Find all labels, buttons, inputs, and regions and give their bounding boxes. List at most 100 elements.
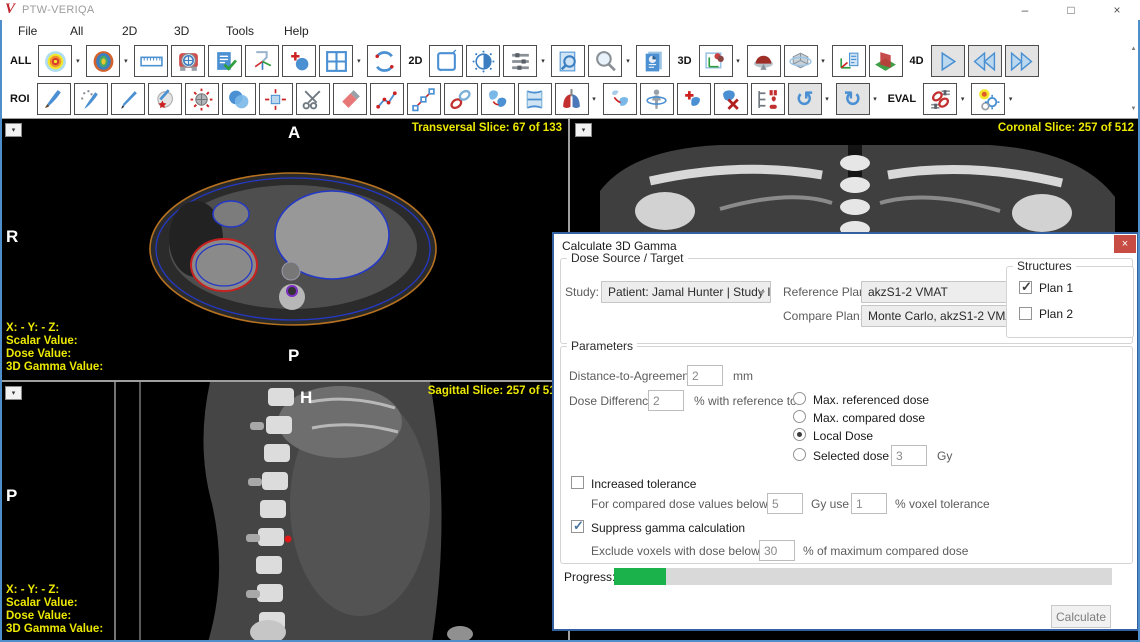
dta-input[interactable] bbox=[687, 365, 723, 386]
local-dose-radio[interactable] bbox=[793, 428, 806, 441]
roi-list-button[interactable] bbox=[751, 83, 785, 115]
cut-button[interactable] bbox=[296, 83, 330, 115]
vertebra-segmentation-button[interactable] bbox=[518, 83, 552, 115]
chevron-down-icon[interactable]: ▾ bbox=[957, 95, 968, 103]
viewport-menu-button[interactable]: ▾ bbox=[5, 386, 22, 400]
chevron-down-icon[interactable]: ▾ bbox=[822, 95, 833, 103]
body-outline-button[interactable] bbox=[640, 83, 674, 115]
viewport-menu-button[interactable]: ▾ bbox=[575, 123, 592, 137]
auto-segmentation-button[interactable] bbox=[555, 83, 589, 115]
plan-check-button[interactable] bbox=[208, 45, 242, 77]
zoom-tool-button[interactable] bbox=[588, 45, 622, 77]
expand-3d-button[interactable] bbox=[185, 83, 219, 115]
chevron-down-icon[interactable]: ▾ bbox=[733, 57, 744, 65]
menu-tools[interactable]: Tools bbox=[226, 24, 254, 38]
play-button[interactable] bbox=[931, 45, 965, 77]
calculate-button[interactable]: Calculate bbox=[1051, 605, 1111, 628]
link-evaluation-button[interactable] bbox=[923, 83, 957, 115]
image-display-button[interactable] bbox=[86, 45, 120, 77]
chevron-down-icon[interactable]: ▾ bbox=[589, 95, 600, 103]
brush-button[interactable] bbox=[37, 83, 71, 115]
plan1-checkbox[interactable] bbox=[1019, 281, 1032, 294]
dose-difference-input[interactable] bbox=[648, 390, 684, 411]
selected-dose-radio[interactable] bbox=[793, 448, 806, 461]
menu-file[interactable]: File bbox=[18, 24, 40, 38]
scene-3d-icon bbox=[703, 48, 729, 74]
chevron-down-icon[interactable]: ▾ bbox=[622, 57, 633, 65]
plan2-checkbox[interactable] bbox=[1019, 307, 1032, 320]
erase-button[interactable] bbox=[333, 83, 367, 115]
dose-evaluation-button[interactable] bbox=[971, 83, 1005, 115]
viewport-layout-button[interactable] bbox=[319, 45, 353, 77]
chevron-down-icon[interactable]: ▾ bbox=[818, 57, 829, 65]
slice-controls-button[interactable] bbox=[503, 45, 537, 77]
max-compared-dose-radio[interactable] bbox=[793, 410, 806, 423]
smart-brush-button[interactable] bbox=[74, 83, 108, 115]
scanner-setup-button[interactable] bbox=[171, 45, 205, 77]
dose-display-button[interactable] bbox=[38, 45, 72, 77]
edit-nodes-button[interactable] bbox=[407, 83, 441, 115]
increased-tolerance-checkbox[interactable] bbox=[571, 476, 584, 489]
study-select[interactable]: Patient: Jamal Hunter | Study ID: bbox=[601, 281, 771, 303]
chevron-down-icon[interactable]: ▾ bbox=[1005, 95, 1016, 103]
dialog-close-button[interactable]: × bbox=[1114, 235, 1136, 253]
add-roi-button[interactable] bbox=[677, 83, 711, 115]
3d-rotate-button[interactable] bbox=[784, 45, 818, 77]
plane-intersection-button[interactable] bbox=[869, 45, 903, 77]
play-icon bbox=[935, 48, 961, 74]
compare-plan-value: Monte Carlo, akzS1-2 VMAT bbox=[868, 309, 1020, 323]
report-button[interactable] bbox=[636, 45, 670, 77]
reset-views-button[interactable] bbox=[367, 45, 401, 77]
menu-3d[interactable]: 3D bbox=[174, 24, 196, 38]
segment-star-button[interactable] bbox=[148, 83, 182, 115]
add-poi-button[interactable] bbox=[282, 45, 316, 77]
viewport-transversal[interactable]: ▾ Transversal Slice: 67 of 133 A R P X: … bbox=[0, 119, 568, 380]
viewport-menu-button[interactable]: ▾ bbox=[5, 123, 22, 137]
restore-button[interactable]: □ bbox=[1048, 0, 1094, 20]
menu-all[interactable]: All bbox=[70, 24, 92, 38]
selected-dose-input[interactable] bbox=[891, 445, 927, 466]
suppress-gamma-checkbox[interactable] bbox=[571, 520, 584, 533]
exclude-dose-input[interactable] bbox=[759, 540, 795, 561]
toolbar-overflow[interactable]: ▲ ▼ bbox=[1129, 46, 1138, 112]
pen-button[interactable] bbox=[111, 83, 145, 115]
delete-roi-button[interactable] bbox=[714, 83, 748, 115]
viewport-sagittal[interactable]: ▾ Sagittal Slice: 257 of 512 H P X: - Y:… bbox=[0, 382, 568, 642]
menu-2d[interactable]: 2D bbox=[122, 24, 144, 38]
3d-surface-button[interactable] bbox=[747, 45, 781, 77]
chevron-down-icon[interactable]: ▾ bbox=[870, 95, 881, 103]
forward-icon bbox=[1009, 48, 1035, 74]
redo-button[interactable]: ↻ bbox=[836, 83, 870, 115]
voxel-tolerance-input[interactable] bbox=[851, 493, 887, 514]
3d-settings-button[interactable] bbox=[832, 45, 866, 77]
copy-contour-button[interactable] bbox=[481, 83, 515, 115]
rewind-button[interactable] bbox=[968, 45, 1002, 77]
fast-forward-button[interactable] bbox=[1005, 45, 1039, 77]
lungs-icon bbox=[559, 86, 585, 112]
scroll-up-icon[interactable]: ▲ bbox=[1131, 46, 1137, 52]
boolean-combine-button[interactable] bbox=[222, 83, 256, 115]
cursor-info-block: X: - Y: - Z: Scalar Value: Dose Value: 3… bbox=[6, 584, 103, 636]
undo-button[interactable]: ↺ bbox=[788, 83, 822, 115]
beam-geometry-button[interactable] bbox=[245, 45, 279, 77]
max-referenced-dose-radio[interactable] bbox=[793, 392, 806, 405]
minimize-button[interactable]: – bbox=[1002, 0, 1048, 20]
interpolate-chain-button[interactable] bbox=[444, 83, 478, 115]
3d-scene-button[interactable] bbox=[699, 45, 733, 77]
chevron-down-icon[interactable]: ▾ bbox=[353, 57, 364, 65]
menu-help[interactable]: Help bbox=[284, 24, 309, 38]
measure-ruler-button[interactable] bbox=[134, 45, 168, 77]
report-preview-button[interactable] bbox=[551, 45, 585, 77]
propagate-contour-button[interactable] bbox=[603, 83, 637, 115]
crop-button[interactable] bbox=[429, 45, 463, 77]
chevron-down-icon[interactable]: ▾ bbox=[537, 57, 548, 65]
dose-difference-suffix: % with reference to: bbox=[694, 394, 800, 408]
margin-2d-button[interactable] bbox=[259, 83, 293, 115]
chevron-down-icon[interactable]: ▾ bbox=[120, 57, 131, 65]
window-level-button[interactable] bbox=[466, 45, 500, 77]
scroll-down-icon[interactable]: ▼ bbox=[1131, 106, 1137, 112]
close-button[interactable]: × bbox=[1094, 0, 1140, 20]
chevron-down-icon[interactable]: ▾ bbox=[72, 57, 83, 65]
open-polyline-button[interactable] bbox=[370, 83, 404, 115]
below-dose-input[interactable] bbox=[767, 493, 803, 514]
